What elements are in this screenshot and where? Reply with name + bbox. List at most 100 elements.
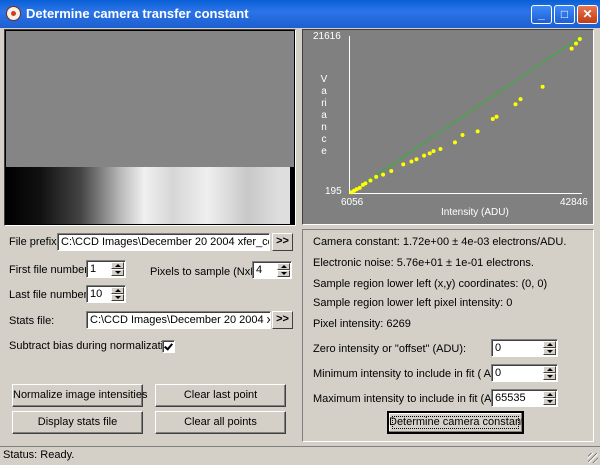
pixels-to-sample-spinner[interactable]: 4: [252, 261, 292, 279]
status-bar: [0, 446, 600, 465]
data-point: [431, 149, 436, 154]
y-max-label: 21616: [313, 31, 341, 42]
sample-region-coords-text: Sample region lower left (x,y) coordinat…: [313, 278, 548, 290]
title-bar: Determine camera transfer constant _ □ ✕: [0, 0, 600, 28]
max-intensity-spinner[interactable]: 65535: [491, 389, 558, 407]
last-file-label: Last file number:: [9, 289, 91, 301]
data-point: [422, 153, 427, 158]
data-point: [389, 168, 394, 173]
variance-plot: Variance 21616 195 6056 42846 Intensity …: [302, 29, 594, 225]
file-prefix-browse-button[interactable]: >>: [272, 233, 293, 251]
first-file-spinner[interactable]: 1: [86, 260, 126, 278]
plot-area: [349, 35, 583, 195]
spin-up-icon[interactable]: [543, 366, 556, 373]
spin-down-icon[interactable]: [111, 294, 124, 301]
spin-up-icon[interactable]: [543, 391, 556, 398]
image-preview: [4, 29, 296, 226]
max-intensity-value: 65535: [495, 392, 526, 404]
determine-constant-button[interactable]: Determine camera constant: [387, 411, 524, 434]
maximize-button[interactable]: □: [554, 5, 575, 24]
stats-file-browse-button[interactable]: >>: [272, 311, 293, 329]
fit-line: [349, 35, 583, 194]
zero-intensity-spinner[interactable]: 0: [491, 339, 558, 357]
file-prefix-field[interactable]: C:\CCD Images\December 20 2004 xfer_cons…: [57, 233, 270, 251]
min-intensity-spinner[interactable]: 0: [491, 364, 558, 382]
clear-last-point-button[interactable]: Clear last point: [155, 384, 286, 407]
file-prefix-label: File prefix:: [9, 236, 60, 248]
minimize-button[interactable]: _: [531, 5, 552, 24]
image-gray-field: [6, 31, 294, 167]
data-point: [569, 46, 574, 51]
spin-up-icon[interactable]: [111, 287, 124, 294]
clear-all-points-button[interactable]: Clear all points: [155, 411, 286, 434]
data-point: [438, 146, 443, 151]
data-point: [518, 97, 523, 102]
zero-intensity-arrows[interactable]: [543, 341, 556, 355]
data-point: [452, 140, 457, 145]
data-point: [374, 174, 379, 179]
data-point: [460, 133, 465, 138]
first-file-label: First file number:: [9, 264, 91, 276]
first-file-arrows[interactable]: [111, 262, 124, 276]
normalize-button[interactable]: Normalize image intensities: [12, 384, 148, 407]
min-intensity-arrows[interactable]: [543, 366, 556, 380]
data-point: [494, 114, 499, 119]
spin-up-icon[interactable]: [111, 262, 124, 269]
app-icon: [6, 6, 21, 21]
data-point: [401, 162, 406, 167]
y-min-label: 195: [325, 186, 342, 197]
focus-rect: [392, 416, 519, 429]
data-point: [381, 172, 386, 177]
spin-down-icon[interactable]: [111, 269, 124, 276]
data-point: [577, 37, 582, 42]
stats-file-label: Stats file:: [9, 315, 55, 327]
max-intensity-arrows[interactable]: [543, 391, 556, 405]
sample-region-intensity-text: Sample region lower left pixel intensity…: [313, 297, 513, 309]
spin-up-icon[interactable]: [543, 341, 556, 348]
subtract-bias-label: Subtract bias during normalization: [9, 340, 176, 352]
last-file-value: 10: [90, 288, 103, 300]
spin-up-icon[interactable]: [277, 263, 290, 270]
pixel-intensity-text: Pixel intensity: 6269: [313, 318, 411, 330]
window-title: Determine camera transfer constant: [26, 6, 249, 21]
close-button[interactable]: ✕: [577, 5, 598, 24]
pixels-to-sample-arrows[interactable]: [277, 263, 290, 277]
spin-down-icon[interactable]: [543, 398, 556, 405]
last-file-spinner[interactable]: 10: [86, 285, 126, 303]
data-point: [574, 41, 579, 46]
spin-down-icon[interactable]: [543, 348, 556, 355]
data-point: [513, 102, 518, 107]
stats-file-field[interactable]: C:\CCD Images\December 20 2004 xfer_cons…: [86, 311, 271, 329]
data-point: [357, 185, 362, 190]
spin-down-icon[interactable]: [543, 373, 556, 380]
data-point: [363, 181, 368, 186]
data-point: [427, 151, 432, 156]
max-intensity-label: Maximum intensity to include in fit (ADU…: [313, 393, 515, 405]
image-gradient-strip: [6, 167, 294, 224]
min-intensity-value: 0: [495, 367, 502, 379]
pixels-to-sample-label: Pixels to sample (NxN):: [150, 266, 265, 278]
min-intensity-label: Minimum intensity to include in fit ( AD…: [313, 368, 514, 380]
data-point: [540, 84, 545, 89]
zero-intensity-label: Zero intensity or "offset" (ADU):: [313, 343, 467, 355]
zero-intensity-value: 0: [495, 342, 502, 354]
resize-grip-icon[interactable]: [588, 453, 598, 463]
spin-down-icon[interactable]: [277, 270, 290, 277]
status-text: Status: Ready.: [3, 449, 75, 461]
data-point: [368, 178, 373, 183]
subtract-bias-checkbox[interactable]: [162, 340, 175, 353]
data-point: [490, 116, 495, 121]
x-min-label: 6056: [341, 197, 364, 208]
y-axis-label-text: Variance: [320, 74, 328, 157]
data-point: [409, 159, 414, 164]
first-file-value: 1: [90, 263, 97, 275]
plot-svg: [349, 35, 583, 195]
x-max-label: 42846: [560, 197, 588, 208]
y-axis-label: Variance: [319, 74, 329, 158]
x-axis-label: Intensity (ADU): [441, 207, 509, 218]
last-file-arrows[interactable]: [111, 287, 124, 301]
camera-constant-text: Camera constant: 1.72e+00 ± 4e-03 electr…: [313, 236, 567, 248]
data-point: [414, 157, 419, 162]
display-stats-button[interactable]: Display stats file: [12, 411, 143, 434]
electronic-noise-text: Electronic noise: 5.76e+01 ± 1e-01 elect…: [313, 257, 534, 269]
